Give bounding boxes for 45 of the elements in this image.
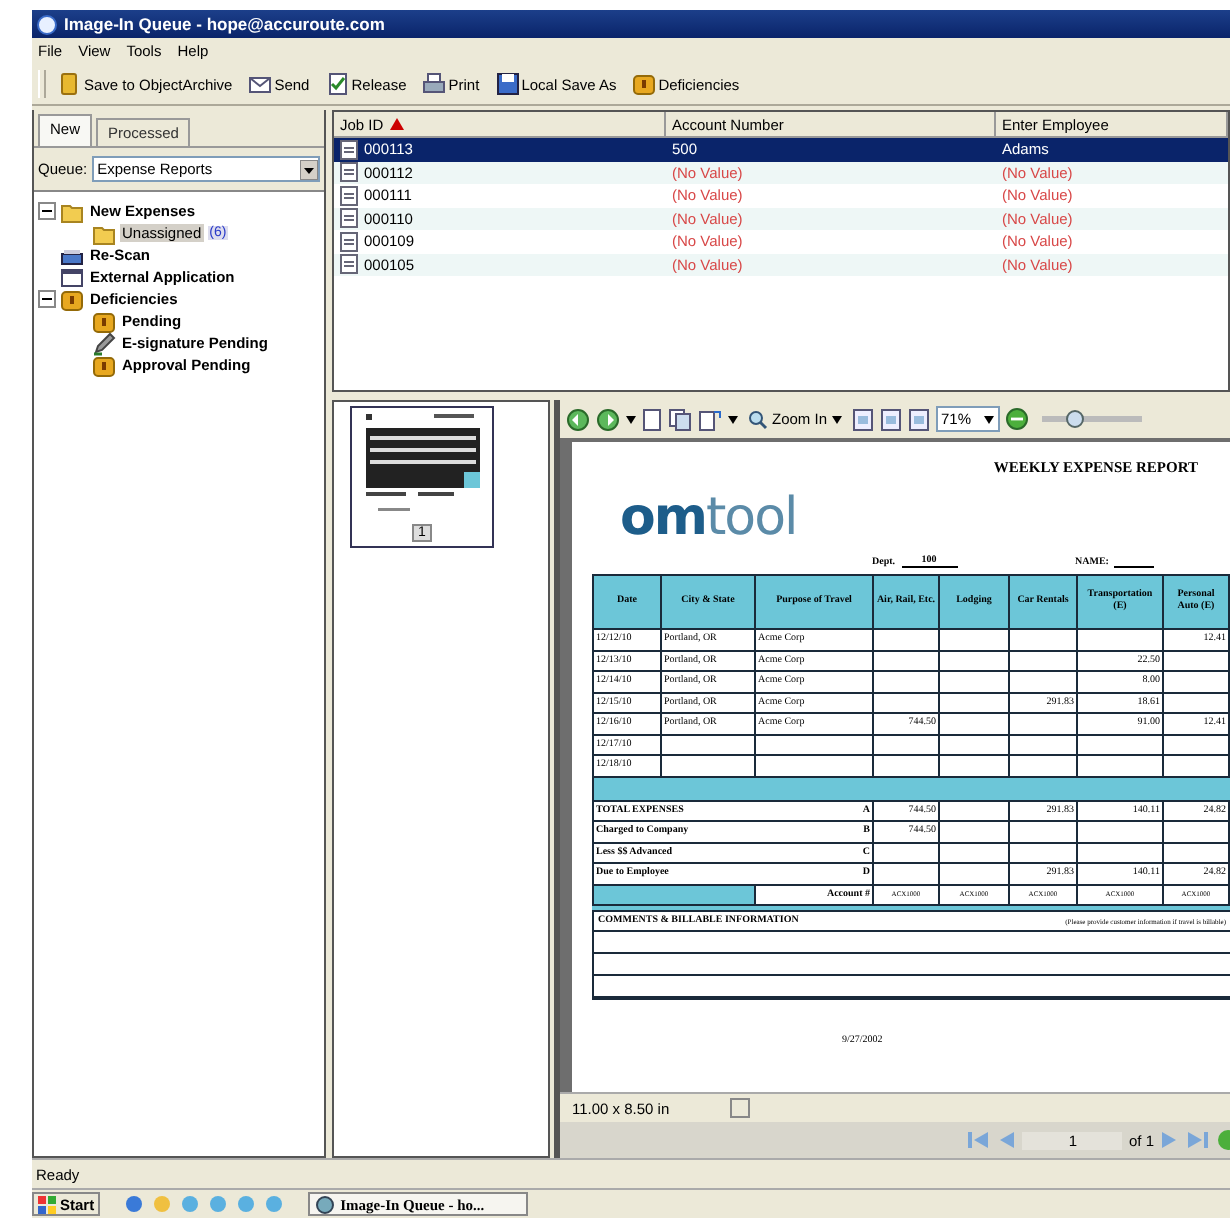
zoom-out-icon[interactable] (1005, 408, 1028, 430)
caret-icon (831, 415, 842, 423)
rotate-page-icon[interactable] (698, 407, 722, 431)
document-icon (340, 231, 358, 252)
folder-icon (60, 199, 84, 223)
warning-badge-icon (60, 287, 84, 311)
caret-icon[interactable] (728, 415, 738, 423)
toolbar-grip (38, 70, 46, 98)
pen-icon (92, 331, 116, 355)
company-logo: omtool (620, 488, 799, 548)
window-title: Image-In Queue - hope@accuroute.com (64, 14, 385, 34)
document-icon (340, 254, 358, 275)
window-icon (36, 13, 58, 35)
fit-width-icon[interactable] (879, 407, 902, 431)
fit-page-icon[interactable] (851, 407, 874, 431)
sort-arrow-icon (389, 118, 404, 130)
back-icon[interactable] (566, 407, 590, 431)
document-icon (340, 139, 358, 160)
envelope-icon (248, 72, 273, 96)
warning-badge-icon (632, 72, 657, 96)
document-icon (340, 185, 358, 206)
forward-icon[interactable] (596, 407, 620, 431)
document-check-icon (325, 72, 350, 96)
pages-icon[interactable] (668, 407, 692, 431)
app-icon (316, 1195, 335, 1213)
warning-badge-icon (92, 309, 116, 333)
collapse-icon[interactable] (38, 290, 56, 308)
actual-size-icon[interactable] (907, 407, 930, 431)
application-icon (60, 265, 84, 289)
zoom-slider[interactable] (1041, 416, 1142, 422)
magnifier-icon (748, 409, 768, 429)
page-icon[interactable] (642, 407, 662, 431)
archive-icon (58, 72, 82, 96)
caret-icon[interactable] (626, 415, 636, 423)
collapse-icon[interactable] (38, 202, 56, 220)
quick-launch-icon[interactable] (124, 1194, 145, 1214)
windows-flag-icon (38, 1195, 56, 1213)
document-icon (340, 208, 358, 229)
printer-icon (422, 72, 447, 96)
dropdown-arrow-icon (300, 159, 318, 179)
warning-badge-icon (92, 353, 116, 377)
scroll-button[interactable] (729, 1098, 750, 1118)
document-icon (340, 162, 358, 183)
caret-icon (983, 415, 994, 423)
folder-icon (92, 221, 116, 245)
